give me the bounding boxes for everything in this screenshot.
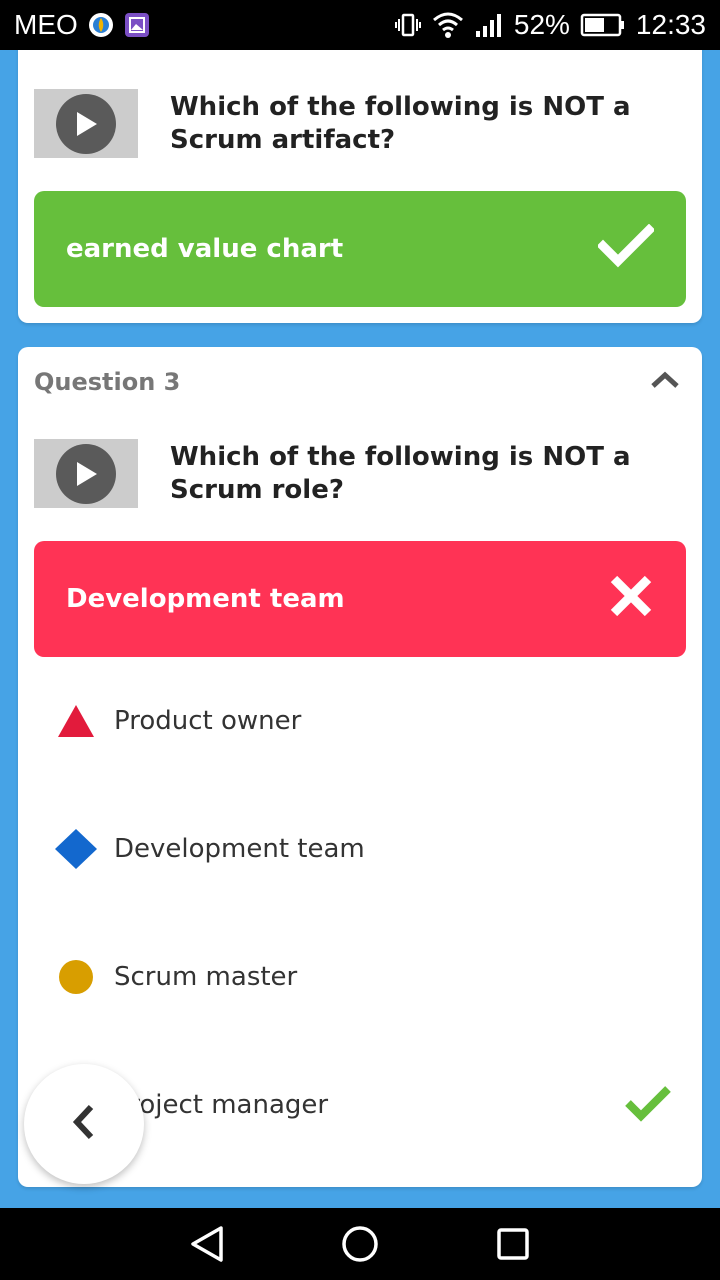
back-button[interactable]	[24, 1064, 144, 1184]
status-bar: MEO 52% 12:33	[0, 0, 720, 50]
nav-back-button[interactable]	[177, 1214, 237, 1274]
back-triangle-icon	[190, 1226, 223, 1262]
question-number: Question 3	[34, 368, 181, 396]
option-project-manager: Project manager	[54, 1085, 672, 1125]
question-text: Which of the following is NOT a Scrum ro…	[170, 442, 631, 505]
media-thumbnail[interactable]	[34, 439, 138, 508]
option-label: Product owner	[114, 706, 302, 736]
question-card-3: Question 3 Which of the following is NOT…	[18, 347, 702, 1187]
chevron-up-icon[interactable]	[650, 370, 680, 394]
question-header[interactable]: Question 3	[34, 365, 686, 399]
battery-percent: 52%	[513, 9, 570, 40]
checkmark-icon	[624, 1084, 672, 1126]
battery-icon	[580, 12, 626, 38]
home-circle-icon	[342, 1226, 378, 1262]
chevron-left-icon[interactable]	[69, 1102, 99, 1146]
nav-recents-button[interactable]	[483, 1214, 543, 1274]
play-icon[interactable]	[56, 443, 116, 504]
recents-square-icon	[497, 1228, 530, 1260]
question-row: Which of the following is NOT a Scrum ar…	[34, 89, 686, 158]
gallery-notification-icon	[124, 12, 150, 38]
your-answer-wrong: Development team	[34, 541, 686, 657]
question-card-2: Which of the following is NOT a Scrum ar…	[18, 50, 702, 323]
option-scrum-master: Scrum master	[54, 957, 672, 997]
app-notification-icon	[88, 12, 114, 38]
results-scroll-area[interactable]: Which of the following is NOT a Scrum ar…	[0, 50, 720, 1208]
triangle-icon	[54, 701, 98, 741]
cross-icon	[608, 573, 654, 626]
wifi-icon	[432, 11, 464, 39]
option-product-owner: Product owner	[54, 701, 672, 741]
option-development-team: Development team	[54, 829, 672, 869]
your-answer-correct: earned value chart	[34, 191, 686, 307]
carrier-label: MEO	[14, 9, 78, 40]
question-row: Which of the following is NOT a Scrum ro…	[34, 439, 686, 508]
signal-icon	[474, 11, 504, 39]
media-thumbnail[interactable]	[34, 89, 138, 158]
circle-icon	[54, 957, 98, 997]
checkmark-icon	[596, 223, 656, 275]
nav-home-button[interactable]	[330, 1214, 390, 1274]
system-nav-bar	[0, 1208, 720, 1280]
answer-label: Development team	[66, 584, 345, 614]
option-label: Development team	[114, 834, 365, 864]
option-label: Project manager	[114, 1090, 329, 1120]
clock: 12:33	[635, 9, 706, 40]
play-icon[interactable]	[56, 93, 116, 154]
diamond-icon	[54, 829, 98, 869]
answer-label: earned value chart	[66, 234, 344, 264]
vibrate-icon	[394, 11, 422, 39]
option-label: Scrum master	[114, 962, 298, 992]
question-text: Which of the following is NOT a Scrum ar…	[170, 92, 631, 155]
